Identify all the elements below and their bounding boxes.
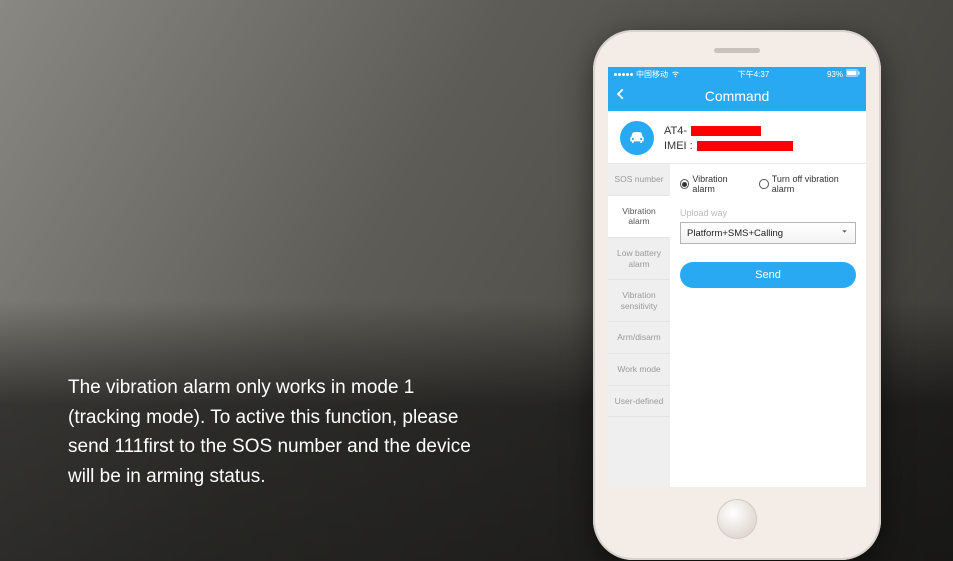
device-name-prefix: AT4- [664, 125, 687, 137]
sidebar-item-vibration-sensitivity[interactable]: Vibration sensitivity [608, 280, 670, 322]
battery-icon [846, 69, 860, 79]
sidebar-item-sos-number[interactable]: SOS number [608, 164, 670, 196]
home-button[interactable] [717, 499, 757, 539]
device-header: AT4- IMEI : [608, 111, 866, 164]
chevron-down-icon [840, 227, 849, 239]
imei-redacted [697, 141, 793, 151]
vibration-radio-group: Vibration alarm Turn off vibration alarm [680, 174, 856, 194]
page-title: Command [705, 88, 770, 104]
send-label: Send [755, 269, 781, 281]
instruction-caption: The vibration alarm only works in mode 1… [68, 373, 488, 491]
title-bar: Command [608, 81, 866, 111]
phone-frame: 中国移动 下午4:37 93% Command [593, 30, 881, 560]
carrier-label: 中国移动 [636, 69, 668, 80]
clock: 下午4:37 [738, 69, 770, 80]
radio-label: Vibration alarm [692, 174, 747, 194]
sidebar-item-work-mode[interactable]: Work mode [608, 354, 670, 386]
phone-screen: 中国移动 下午4:37 93% Command [608, 67, 866, 487]
radio-vibration-alarm[interactable]: Vibration alarm [680, 174, 747, 194]
wifi-icon [671, 69, 680, 80]
radio-label: Turn off vibration alarm [772, 174, 856, 194]
car-icon [620, 121, 654, 155]
select-value: Platform+SMS+Calling [687, 228, 783, 239]
back-button[interactable] [614, 87, 628, 101]
signal-icon [614, 73, 633, 76]
radio-icon [759, 179, 768, 189]
radio-icon [680, 179, 689, 189]
sidebar-item-vibration-alarm[interactable]: Vibration alarm [608, 196, 670, 238]
sidebar-item-low-battery-alarm[interactable]: Low battery alarm [608, 238, 670, 280]
settings-panel: Vibration alarm Turn off vibration alarm… [670, 164, 866, 487]
send-button[interactable]: Send [680, 262, 856, 288]
battery-label: 93% [827, 70, 843, 79]
sidebar-item-arm-disarm[interactable]: Arm/disarm [608, 322, 670, 354]
settings-sidebar: SOS number Vibration alarm Low battery a… [608, 164, 670, 487]
upload-way-label: Upload way [680, 208, 856, 218]
status-bar: 中国移动 下午4:37 93% [608, 67, 866, 81]
imei-label: IMEI : [664, 140, 693, 152]
phone-speaker [714, 48, 760, 53]
upload-way-select[interactable]: Platform+SMS+Calling [680, 222, 856, 244]
device-name-redacted [691, 126, 761, 136]
sidebar-item-user-defined[interactable]: User-defined [608, 386, 670, 418]
radio-turn-off-vibration[interactable]: Turn off vibration alarm [759, 174, 856, 194]
